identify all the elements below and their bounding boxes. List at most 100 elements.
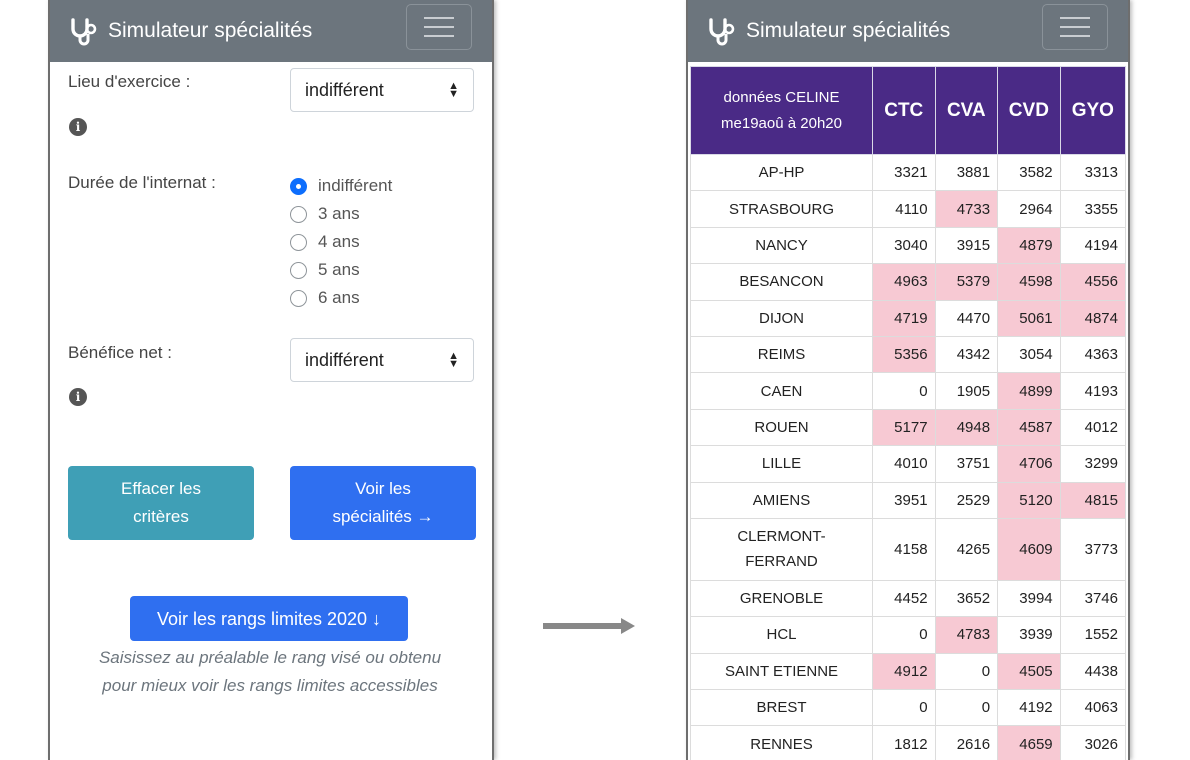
radio-option[interactable]: indifférent [290,172,392,200]
row-city-name: SAINT ETIENNE [690,652,873,691]
rank-cell: 3040 [872,226,936,265]
row-city-name: REIMS [690,335,873,374]
view-specialties-button[interactable]: Voir les spécialités → [290,466,476,540]
rank-cell: 4470 [934,299,999,337]
lieu-select-value: indifférent [305,79,384,100]
row-city-name: BREST [690,689,873,727]
rank-cell: 4899 [997,372,1061,410]
radio-button[interactable] [290,289,307,307]
rank-cell: 4452 [872,579,936,618]
rank-cell: 4193 [1059,372,1127,410]
radio-option[interactable]: 5 ans [290,256,392,284]
rank-cell: 5356 [872,335,936,374]
lieu-select[interactable]: indifférent ▲ ▼ [290,68,474,112]
info-icon[interactable]: i [69,388,87,406]
info-icon[interactable]: i [69,118,87,136]
rank-cell: 4783 [934,616,999,654]
benefice-select-value: indifférent [305,349,384,370]
rank-cell: 4012 [1059,408,1127,447]
rank-cell: 4010 [872,445,936,483]
rank-cell: 0 [872,372,936,410]
table-row: DIJON 4719 4470 5061 4874 [690,299,1127,337]
table-row: HCL 0 4783 3939 1552 [690,616,1127,654]
rank-cell: 4342 [934,335,999,374]
radio-option[interactable]: 4 ans [290,228,392,256]
row-city-name: AP-HP [690,153,873,192]
stethoscope-icon [709,18,735,46]
row-city-name: AMIENS [690,481,873,519]
table-header-source: données CELINE me19aoû à 20h20 [690,66,873,155]
rank-cell: 3773 [1059,517,1127,581]
radio-button[interactable] [290,177,307,195]
navbar: Simulateur spécialités [50,0,492,62]
rank-cell: 4363 [1059,335,1127,374]
benefice-select[interactable]: indifférent ▲ ▼ [290,338,474,382]
table-row: REIMS 5356 4342 3054 4363 [690,335,1127,374]
rank-cell: 4912 [872,652,936,691]
hamburger-menu-icon[interactable] [1042,4,1108,50]
radio-button[interactable] [290,233,307,251]
row-city-name: GRENOBLE [690,579,873,618]
rank-cell: 3054 [997,335,1061,374]
rank-cell: 3994 [997,579,1061,618]
stethoscope-icon [71,18,97,46]
table-row: AP-HP 3321 3881 3582 3313 [690,153,1127,192]
table-row: ROUEN 5177 4948 4587 4012 [690,408,1127,447]
column-header[interactable]: CVD [997,66,1061,155]
rank-cell: 4963 [872,263,936,301]
rank-cell: 3355 [1059,190,1127,228]
rank-cell: 4587 [997,408,1061,447]
ranks-table-container[interactable]: données CELINE me19aoû à 20h20 CTC CVA C… [690,66,1127,760]
row-city-name: BESANCON [690,263,873,301]
radio-option[interactable]: 3 ans [290,200,392,228]
rank-cell: 4609 [997,517,1061,581]
rank-cell: 1552 [1059,616,1127,654]
row-city-name: CAEN [690,372,873,410]
rank-cell: 3951 [872,481,936,519]
row-city-name: NANCY [690,226,873,265]
row-city-name: HCL [690,616,873,654]
table-row: LILLE 4010 3751 4706 3299 [690,445,1127,483]
column-header[interactable]: CTC [872,66,936,155]
radio-option[interactable]: 6 ans [290,284,392,312]
rank-cell: 4733 [934,190,999,228]
view-ranks-button[interactable]: Voir les rangs limites 2020 ↓ [130,596,408,641]
table-row: CAEN 0 1905 4899 4193 [690,372,1127,410]
table-body: AP-HP 3321 3881 3582 3313 STRASBOURG 4110 4733 2… [690,153,1127,760]
benefice-label: Bénéfice net : [68,343,172,362]
table-row: CLERMONT- FERRAND 4158 4265 4609 3773 [690,517,1127,581]
rank-cell: 0 [872,616,936,654]
rank-cell: 5177 [872,408,936,447]
rank-cell: 0 [934,689,999,727]
navbar-brand[interactable]: Simulateur spécialités [706,16,950,46]
table-row: BREST 0 0 4192 4063 [690,689,1127,727]
rank-cell: 3582 [997,153,1061,192]
clear-criteria-button[interactable]: Effacer les critères [68,466,254,540]
rank-cell: 4438 [1059,652,1127,691]
table-row: BESANCON 4963 5379 4598 4556 [690,263,1127,301]
rank-cell: 3313 [1059,153,1127,192]
rank-cell: 2616 [934,725,999,760]
column-header[interactable]: GYO [1059,66,1127,155]
duree-label: Durée de l'internat : [68,173,216,192]
phone-screen-form: Simulateur spécialités Lieu d'exercice :… [48,0,494,760]
hamburger-menu-icon[interactable] [406,4,472,50]
column-header[interactable]: CVA [934,66,999,155]
app-title: Simulateur spécialités [746,19,951,42]
rank-cell: 4879 [997,226,1061,265]
rank-cell: 4874 [1059,299,1127,337]
radio-button[interactable] [290,205,307,223]
arrow-right-icon [543,618,635,634]
rank-cell: 1905 [934,372,999,410]
navbar-brand[interactable]: Simulateur spécialités [68,16,312,46]
rank-cell: 3299 [1059,445,1127,483]
rank-cell: 5120 [997,481,1061,519]
rank-cell: 4659 [997,725,1061,760]
rank-cell: 3321 [872,153,936,192]
rank-cell: 3652 [934,579,999,618]
rank-cell: 5061 [997,299,1061,337]
radio-button[interactable] [290,261,307,279]
lieu-label: Lieu d'exercice : [68,72,191,91]
rank-cell: 3881 [934,153,999,192]
row-city-name: ROUEN [690,408,873,447]
